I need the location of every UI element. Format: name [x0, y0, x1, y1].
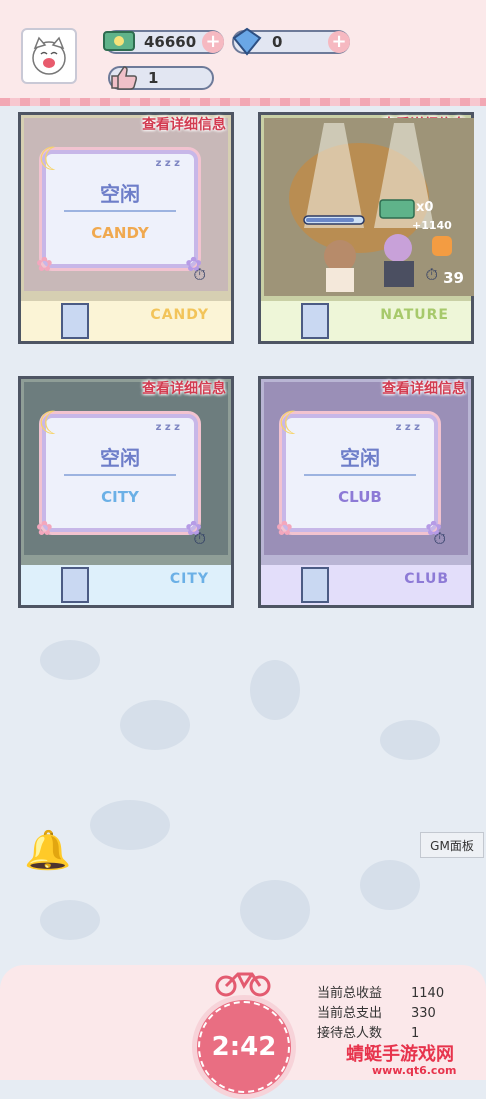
- background-blob: [90, 800, 170, 850]
- divider: [64, 474, 176, 476]
- view-details-link[interactable]: 查看详细信息: [382, 378, 466, 398]
- flower-icon: ✿: [36, 516, 53, 540]
- room-front: NATURE: [261, 301, 471, 341]
- bicycle-icon: [215, 972, 271, 997]
- bell-icon[interactable]: 🔔: [24, 828, 71, 873]
- stopwatch-icon: ⏱: [425, 265, 438, 284]
- player-avatar[interactable]: [21, 28, 77, 84]
- sleep-zzz-icon: z z z: [155, 422, 180, 433]
- stat-label: 当前总收益: [317, 986, 383, 1001]
- gem-counter: 0 +: [232, 27, 350, 56]
- stat-value: 1140: [411, 986, 445, 1001]
- moon-icon: ☾: [38, 140, 67, 178]
- cash-counter: 46660 +: [103, 30, 224, 54]
- likes-counter: 1: [108, 66, 214, 90]
- view-details-link[interactable]: 查看详细信息: [142, 114, 226, 134]
- background-blob: [360, 860, 420, 910]
- moon-icon: ☾: [278, 404, 307, 442]
- timer-ring: [198, 1001, 290, 1093]
- cash-icon: [103, 31, 135, 51]
- room-candy[interactable]: 查看详细信息 ☾ z z z 空闲 CANDY ✿ ✿ ⏱ CANDY: [18, 112, 234, 344]
- flower-icon: ✿: [36, 252, 53, 276]
- divider: [64, 210, 176, 212]
- room-candy-interior: 查看详细信息 ☾ z z z 空闲 CANDY ✿ ✿ ⏱: [24, 117, 228, 291]
- room-front: CITY: [21, 565, 231, 605]
- top-bar: 46660 + 0 + 1: [0, 0, 486, 100]
- cat-avatar-icon: [32, 36, 66, 75]
- room-front: CANDY: [21, 301, 231, 341]
- moon-icon: ☾: [38, 404, 67, 442]
- sleep-zzz-icon: z z z: [395, 422, 420, 433]
- door-icon: [301, 567, 329, 603]
- background-blob: [40, 900, 100, 940]
- room-nature-interior: 查看详细信息 x0 +1140 ⏱ 39: [264, 117, 474, 296]
- stat-row: 当前总支出 330: [317, 1004, 444, 1024]
- watermark: 蜻蜓手游戏网: [346, 1044, 454, 1065]
- room-brand: CANDY: [91, 224, 149, 242]
- thumbs-up-icon: [111, 66, 137, 90]
- room-sign: CANDY: [150, 307, 209, 323]
- stat-label: 当前总支出: [317, 1006, 383, 1021]
- idle-status: 空闲: [100, 182, 140, 206]
- background-blob: [40, 640, 100, 680]
- room-nature[interactable]: 查看详细信息 x0 +1140 ⏱ 39 NATURE: [258, 112, 474, 344]
- idle-card: ☾ z z z 空闲 CANDY ✿ ✿: [36, 140, 202, 276]
- room-front: CLUB: [261, 565, 471, 605]
- stat-value: 330: [411, 1006, 436, 1021]
- background-blob: [250, 660, 300, 720]
- stats-panel: 当前总收益 1140 当前总支出 330 接待总人数 1: [317, 984, 444, 1044]
- background-blob: [120, 700, 190, 750]
- room-sign: NATURE: [380, 307, 449, 323]
- idle-status: 空闲: [100, 446, 140, 470]
- stat-row: 当前总收益 1140: [317, 984, 444, 1004]
- income-popup: +1140: [412, 219, 452, 232]
- door-icon: [61, 567, 89, 603]
- add-gems-button[interactable]: +: [328, 31, 350, 53]
- watermark-url: www.qt6.com: [372, 1064, 457, 1077]
- gm-panel-button[interactable]: GM面板: [420, 832, 484, 858]
- room-brand: CLUB: [338, 488, 382, 506]
- sleep-zzz-icon: z z z: [155, 158, 180, 169]
- background-blob: [240, 880, 310, 940]
- room-brand: CITY: [101, 488, 139, 506]
- room-sign: CLUB: [404, 571, 449, 587]
- door-icon: [61, 303, 89, 339]
- gem-icon: [232, 27, 262, 56]
- gem-value: 0: [272, 33, 283, 51]
- add-cash-button[interactable]: +: [202, 31, 224, 53]
- room-club-interior: 查看详细信息 ☾ z z z 空闲 CLUB ✿ ✿ ⏱: [264, 381, 468, 555]
- background-blob: [380, 720, 440, 760]
- idle-status: 空闲: [340, 446, 380, 470]
- likes-value: 1: [148, 69, 159, 87]
- flower-icon: ✿: [276, 516, 293, 540]
- cash-value: 46660: [144, 33, 197, 51]
- room-timer: 39: [443, 269, 464, 287]
- room-city-interior: 查看详细信息 ☾ z z z 空闲 CITY ✿ ✿ ⏱: [24, 381, 228, 555]
- room-city[interactable]: 查看详细信息 ☾ z z z 空闲 CITY ✿ ✿ ⏱ CITY: [18, 376, 234, 608]
- stopwatch-icon: ⏱: [433, 529, 446, 548]
- idle-card: ☾ z z z 空闲 CITY ✿ ✿: [36, 404, 202, 540]
- room-club[interactable]: 查看详细信息 ☾ z z z 空闲 CLUB ✿ ✿ ⏱ CLUB: [258, 376, 474, 608]
- stopwatch-icon: ⏱: [193, 265, 206, 284]
- stopwatch-icon: ⏱: [193, 529, 206, 548]
- door-icon: [301, 303, 329, 339]
- cash-count: x0: [416, 200, 434, 215]
- view-details-link[interactable]: 查看详细信息: [142, 378, 226, 398]
- idle-card: ☾ z z z 空闲 CLUB ✿ ✿: [276, 404, 442, 540]
- divider: [304, 474, 416, 476]
- room-sign: CITY: [169, 571, 209, 587]
- awning-stripe: [0, 98, 486, 106]
